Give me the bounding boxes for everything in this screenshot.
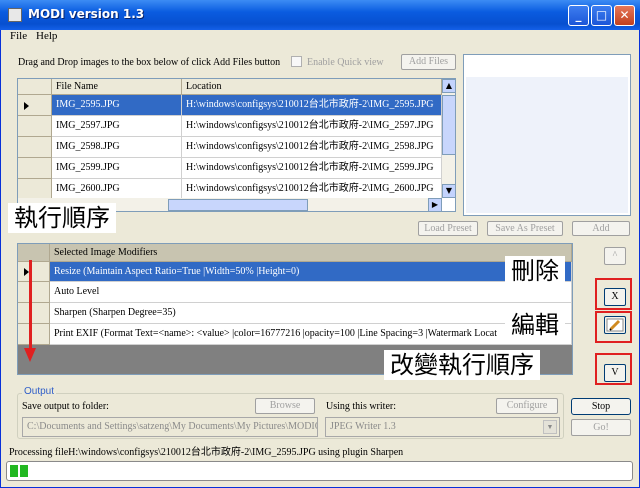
preview-image — [466, 77, 628, 213]
modifier-sharpen[interactable]: Sharpen (Sharpen Degree=35) — [50, 303, 572, 324]
modifier-resize[interactable]: Resize (Maintain Aspect Ratio=True |Widt… — [50, 262, 572, 282]
modifier-print-exif[interactable]: Print EXIF (Format Text=<name>: <value> … — [50, 324, 572, 345]
menu-help[interactable]: Help — [36, 30, 57, 42]
quick-view-label: Enable Quick view — [307, 57, 384, 68]
file-name-cell[interactable]: IMG_2597.JPG — [52, 116, 182, 137]
annotation-delete: 刪除 — [505, 256, 565, 286]
chevron-down-icon[interactable]: ▼ — [543, 420, 557, 434]
load-preset-button[interactable]: Load Preset — [418, 221, 478, 236]
menu-file[interactable]: File — [10, 30, 27, 42]
current-row-arrow-icon — [24, 102, 29, 110]
add-modifier-button[interactable]: Add — [572, 221, 630, 236]
writer-select[interactable]: JPEG Writer 1.3 ▼ — [325, 417, 560, 437]
status-text: Processing fileH:\windows\configsys\2100… — [9, 447, 404, 458]
row-header[interactable] — [18, 116, 52, 137]
annotation-change-order: 改變執行順序 — [384, 350, 540, 380]
order-arrow-head-icon — [24, 348, 36, 362]
scroll-up-icon[interactable]: ▲ — [442, 79, 455, 93]
file-location-cell[interactable]: H:\windows\configsys\210012台北市政府-2\IMG_2… — [182, 116, 442, 137]
vertical-scrollbar[interactable]: ▲ ▼ — [442, 79, 455, 198]
quick-view-checkbox[interactable] — [291, 56, 302, 67]
row-header[interactable] — [18, 137, 52, 158]
file-grid: File Name Location IMG_2595.JPG H:\windo… — [17, 78, 456, 212]
configure-button[interactable]: Configure — [496, 398, 558, 414]
drag-drop-instruction: Drag and Drop images to the box below of… — [18, 57, 281, 68]
hscroll-thumb[interactable] — [168, 199, 308, 211]
column-header-filename[interactable]: File Name — [52, 79, 182, 95]
file-location-cell[interactable]: H:\windows\configsys\210012台北市政府-2\IMG_2… — [182, 179, 442, 200]
modifiers-corner — [18, 244, 50, 262]
output-folder-input[interactable]: C:\Documents and Settings\satzeng\My Doc… — [22, 417, 318, 437]
app-icon — [8, 8, 22, 22]
save-output-label: Save output to folder: — [22, 401, 109, 412]
file-location-cell[interactable]: H:\windows\configsys\210012台北市政府-2\IMG_2… — [182, 158, 442, 179]
modifier-auto-level[interactable]: Auto Level — [50, 282, 572, 303]
annotation-edit: 編輯 — [505, 310, 565, 340]
file-location-cell[interactable]: H:\windows\configsys\210012台北市政府-2\IMG_2… — [182, 137, 442, 158]
order-arrow-shaft — [29, 260, 32, 350]
row-header[interactable] — [18, 179, 52, 200]
delete-modifier-button[interactable]: X — [604, 288, 626, 306]
row-header-selected[interactable] — [18, 95, 52, 116]
move-down-button[interactable]: V — [604, 364, 626, 382]
modifier-row-header[interactable] — [18, 303, 50, 324]
file-name-cell[interactable]: IMG_2599.JPG — [52, 158, 182, 179]
writer-label: Using this writer: — [326, 401, 396, 412]
maximize-button[interactable]: □ — [591, 5, 612, 26]
row-header[interactable] — [18, 158, 52, 179]
file-name-cell[interactable]: IMG_2600.JPG — [52, 179, 182, 200]
edit-modifier-button[interactable] — [604, 316, 626, 334]
grid-corner — [18, 79, 52, 95]
close-button[interactable]: ✕ — [614, 5, 635, 26]
move-up-button[interactable]: ^ — [604, 247, 626, 265]
scroll-right-icon[interactable]: ▶ — [428, 198, 442, 211]
progress-bar — [6, 461, 633, 481]
save-as-preset-button[interactable]: Save As Preset — [487, 221, 563, 236]
writer-select-value: JPEG Writer 1.3 — [330, 421, 396, 432]
minimize-button[interactable]: _ — [568, 5, 589, 26]
file-name-cell[interactable]: IMG_2595.JPG — [52, 95, 182, 116]
modifier-row-header-selected[interactable] — [18, 262, 50, 282]
add-files-button[interactable]: Add Files — [401, 54, 456, 70]
window-title: MODI version 1.3 — [28, 7, 145, 21]
file-location-cell[interactable]: H:\windows\configsys\210012台北市政府-2\IMG_2… — [182, 95, 442, 116]
pencil-icon — [606, 318, 624, 332]
file-name-cell[interactable]: IMG_2598.JPG — [52, 137, 182, 158]
modifier-row-header[interactable] — [18, 324, 50, 345]
column-header-location[interactable]: Location — [182, 79, 442, 95]
preview-panel — [463, 54, 631, 216]
modifiers-header: Selected Image Modifiers — [50, 244, 572, 262]
progress-fill — [10, 465, 29, 477]
annotation-execution-order: 執行順序 — [8, 203, 116, 233]
modifier-row-header[interactable] — [18, 282, 50, 303]
browse-button[interactable]: Browse — [255, 398, 315, 414]
go-button[interactable]: Go! — [571, 419, 631, 436]
scroll-down-icon[interactable]: ▼ — [442, 184, 455, 198]
stop-button[interactable]: Stop — [571, 398, 631, 415]
output-legend: Output — [22, 386, 57, 397]
scroll-thumb[interactable] — [442, 95, 455, 155]
